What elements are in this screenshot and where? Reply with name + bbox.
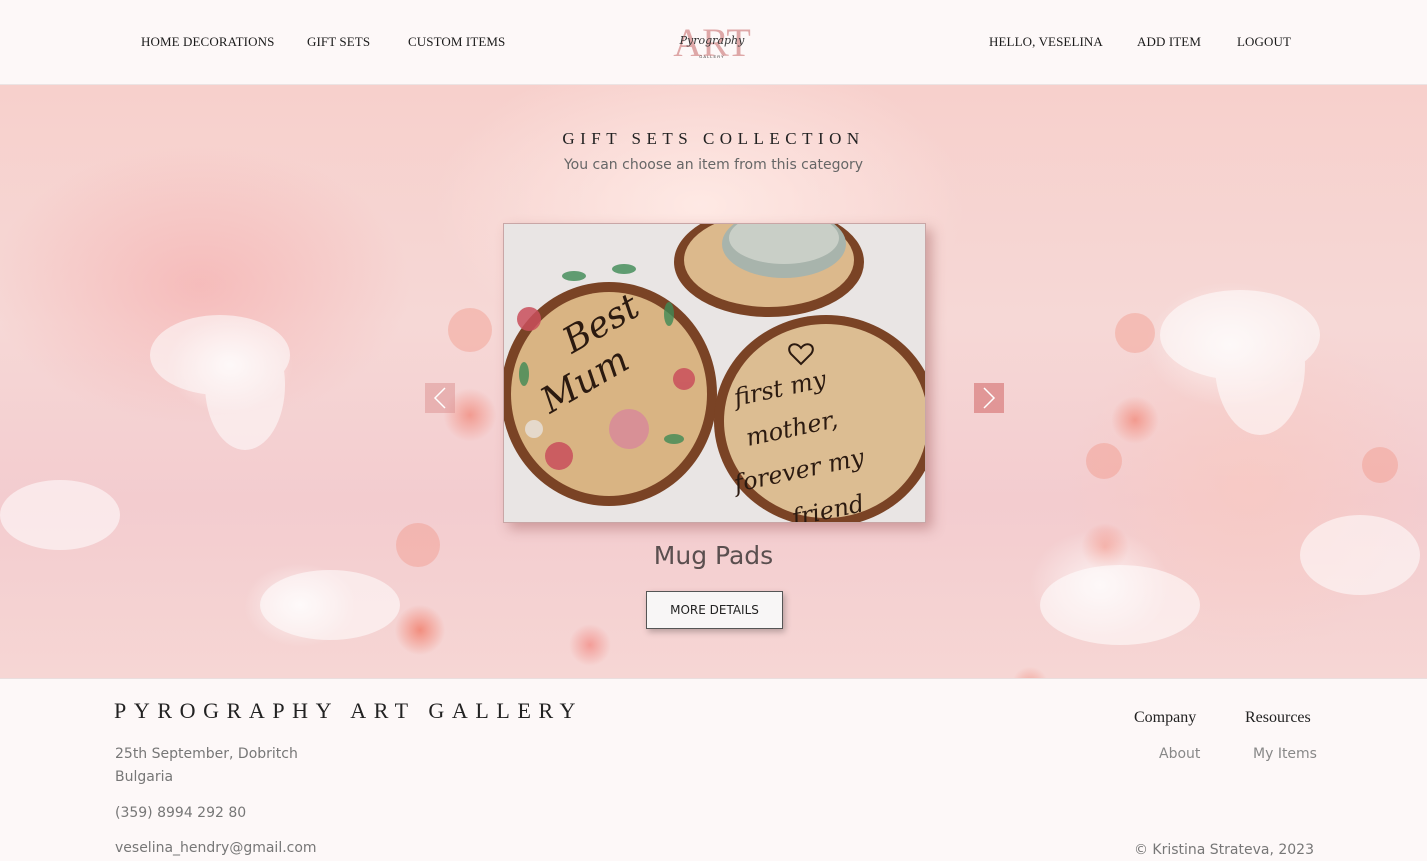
footer-phone: (359) 8994 292 80	[115, 805, 247, 821]
more-details-button[interactable]: MORE DETAILS	[646, 591, 783, 629]
carousel-item-image[interactable]: Best Mum first my mother, forever my fri…	[503, 223, 926, 523]
footer-copyright: © Kristina Strateva, 2023	[1133, 842, 1314, 858]
chevron-left-icon	[433, 387, 446, 409]
collection-title: GIFT SETS COLLECTION	[562, 129, 865, 148]
nav-logout[interactable]: LOGOUT	[1237, 34, 1291, 50]
nav-add-item[interactable]: ADD ITEM	[1137, 34, 1201, 50]
site-logo[interactable]: ART Pyrography GALLERY	[668, 20, 756, 65]
footer-brand: PYROGRAPHY ART GALLERY	[114, 698, 584, 723]
footer-my-items-link[interactable]: My Items	[1253, 746, 1317, 762]
footer-resources-heading: Resources	[1245, 709, 1311, 726]
logo-script-text: Pyrography	[679, 34, 745, 47]
hero-section: GIFT SETS COLLECTION You can choose an i…	[0, 85, 1427, 678]
nav-home-decorations[interactable]: HOME DECORATIONS	[141, 34, 274, 50]
nav-custom-items[interactable]: CUSTOM ITEMS	[408, 34, 505, 50]
footer-address-line2: Bulgaria	[115, 769, 174, 785]
collection-subtitle: You can choose an item from this categor…	[563, 157, 864, 173]
logo-small-text: GALLERY	[699, 54, 724, 59]
nav-gift-sets[interactable]: GIFT SETS	[307, 34, 370, 50]
site-footer: PYROGRAPHY ART GALLERY 25th September, D…	[0, 678, 1427, 861]
carousel-next-button[interactable]	[974, 383, 1004, 413]
footer-company-heading: Company	[1134, 709, 1197, 726]
chevron-right-icon	[983, 387, 996, 409]
footer-email[interactable]: veselina_hendry@gmail.com	[115, 840, 317, 856]
carousel-item-title: Mug Pads	[653, 541, 774, 570]
site-header: HOME DECORATIONS GIFT SETS CUSTOM ITEMS …	[0, 0, 1427, 85]
nav-hello-user[interactable]: HELLO, VESELINA	[989, 34, 1103, 50]
footer-address-line1: 25th September, Dobritch	[115, 746, 298, 762]
footer-about-link[interactable]: About	[1159, 746, 1200, 762]
carousel-prev-button[interactable]	[425, 383, 455, 413]
